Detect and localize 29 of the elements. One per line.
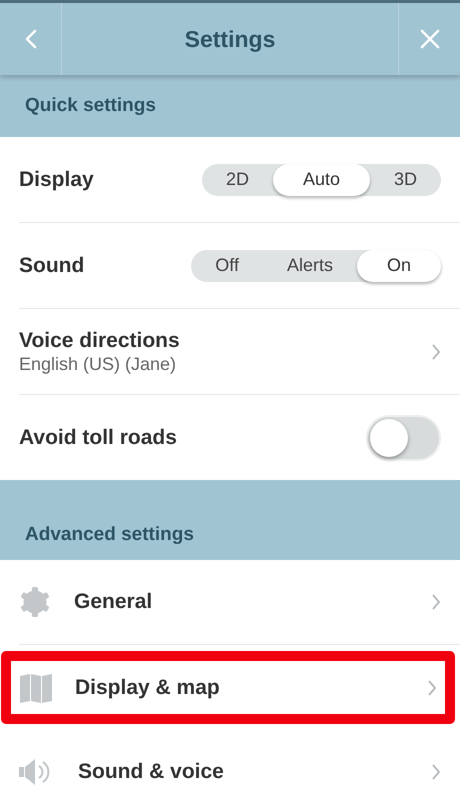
- section-title: Advanced settings: [25, 524, 194, 546]
- section-title: Quick settings: [25, 95, 156, 117]
- setting-label: Sound: [19, 254, 84, 278]
- segment-option[interactable]: 2D: [202, 164, 273, 196]
- segment-option[interactable]: 3D: [370, 164, 441, 196]
- setting-label: Avoid toll roads: [19, 426, 177, 450]
- item-label: Display & map: [75, 676, 221, 700]
- list-item[interactable]: General: [19, 560, 460, 645]
- map-icon: [20, 672, 52, 702]
- segment-option[interactable]: Alerts: [262, 250, 357, 282]
- screen-title: Settings: [184, 26, 276, 52]
- segment-option[interactable]: On: [356, 250, 441, 282]
- item-label: Sound & voice: [78, 760, 225, 784]
- item-label: General: [74, 590, 154, 614]
- highlight-box[interactable]: Display & map: [1, 651, 455, 724]
- chevron-right-icon: [431, 593, 441, 611]
- segment-option[interactable]: Off: [191, 250, 263, 282]
- setting-value: English (US) (Jane): [19, 354, 178, 374]
- segment-option[interactable]: Auto: [272, 164, 370, 196]
- chevron-right-icon[interactable]: [431, 342, 441, 360]
- chevron-right-icon: [427, 678, 437, 696]
- gear-icon: [19, 586, 51, 618]
- chevron-right-icon: [431, 763, 441, 781]
- back-icon: [24, 28, 38, 50]
- list-item[interactable]: Sound & voice: [19, 730, 460, 795]
- toggle-switch[interactable]: [366, 414, 441, 460]
- close-icon: [420, 29, 440, 49]
- setting-label: Display: [19, 168, 94, 192]
- setting-label: Voice directions: [19, 328, 180, 352]
